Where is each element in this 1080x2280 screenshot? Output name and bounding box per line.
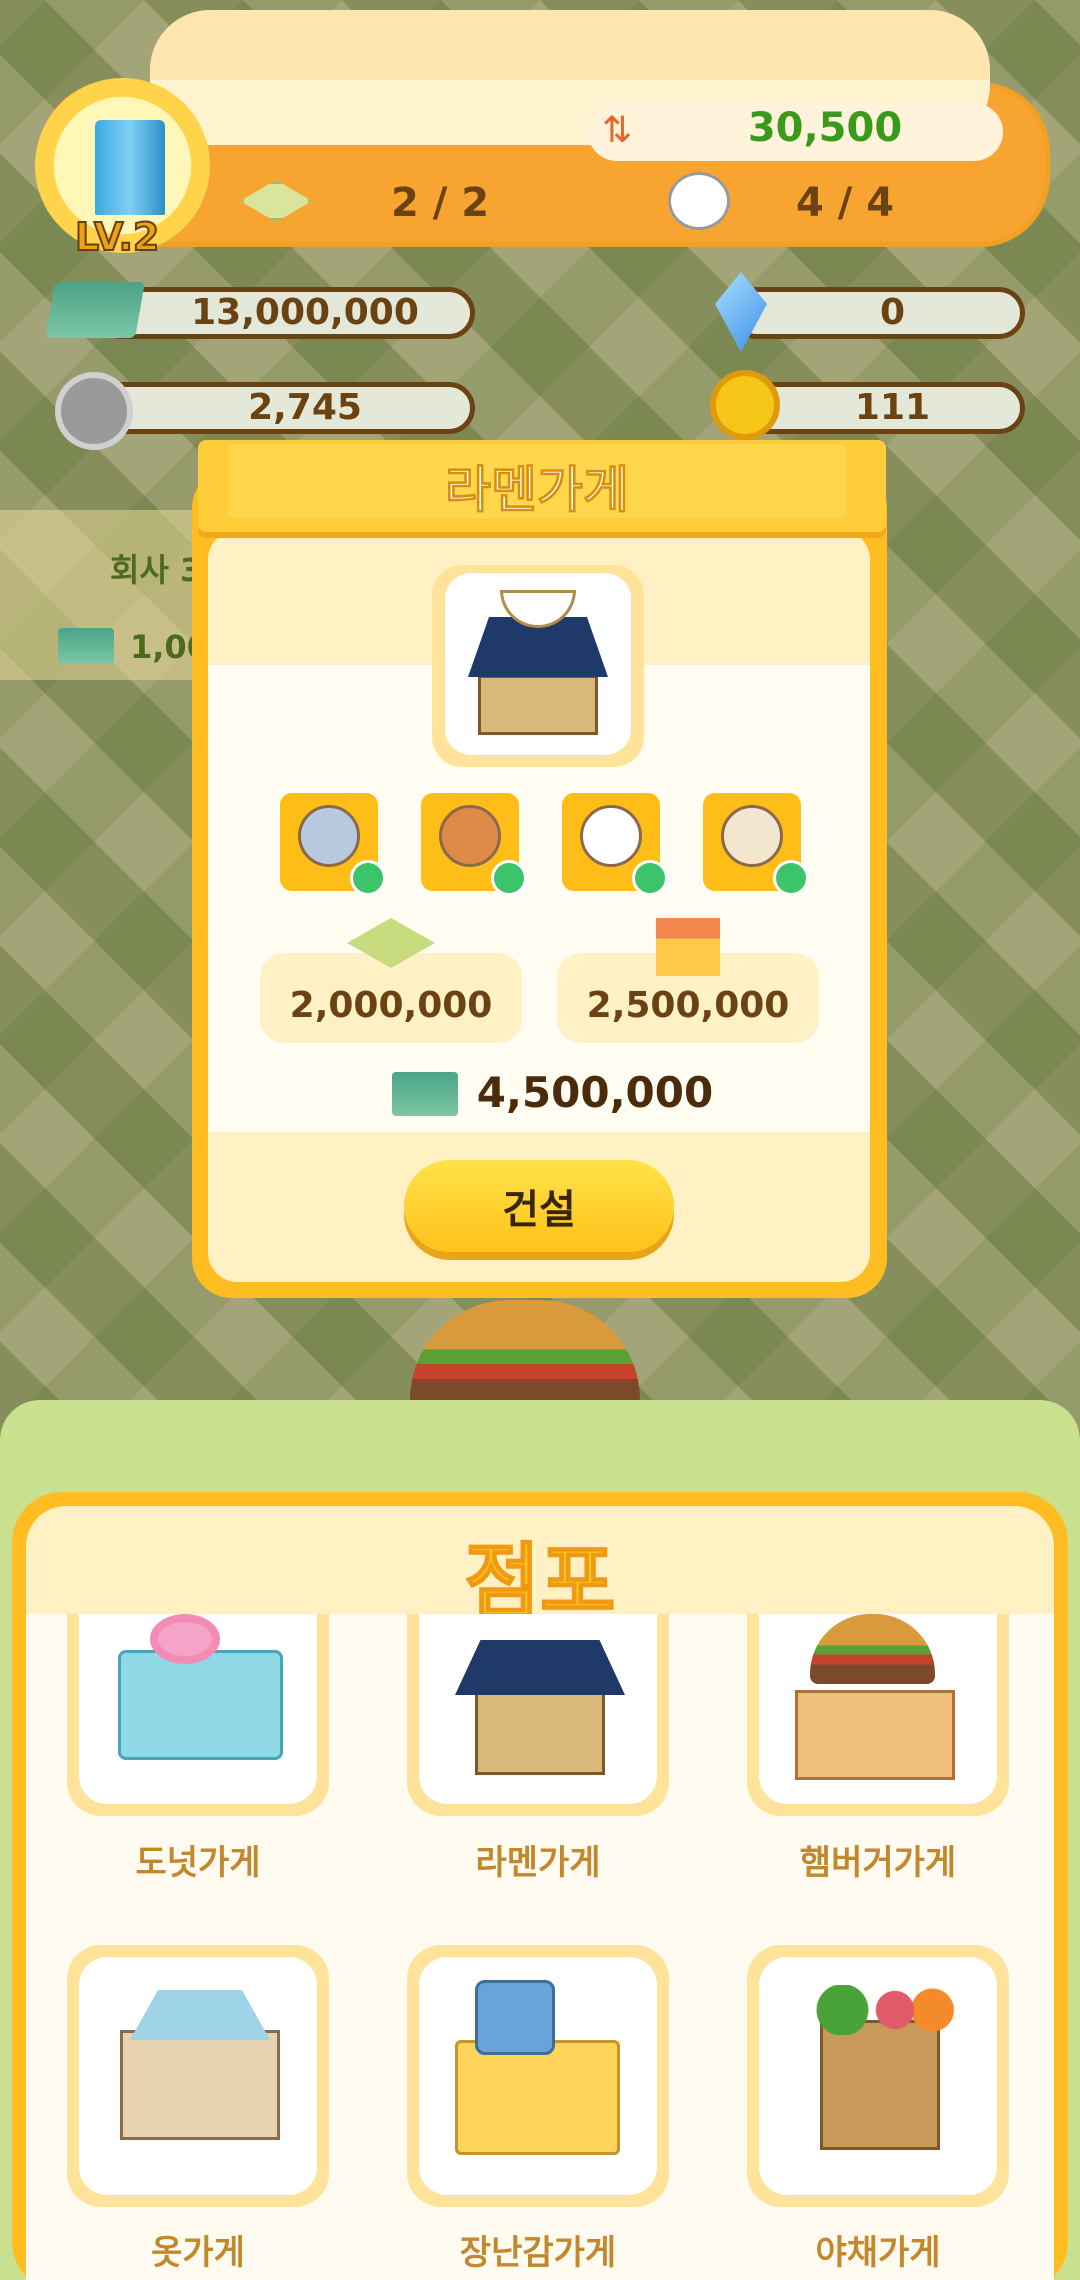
building-tower-icon: [95, 120, 165, 215]
hedge-border: [0, 1400, 1080, 1490]
shop-name: 야채가게: [815, 2233, 941, 2273]
shop-name: 라멘가게: [475, 1843, 601, 1883]
white-dog-icon: [580, 805, 642, 867]
ramen-shop-illustration: [478, 675, 598, 735]
robot-icon: [475, 1980, 555, 2055]
vegetable-shop-illustration: [820, 2020, 940, 2150]
key-value: 111: [854, 387, 931, 428]
heart-icon: [350, 860, 386, 896]
heart-icon: [491, 860, 527, 896]
population-value: 30,500: [747, 105, 903, 151]
clothes-shop-illustration: [120, 2030, 280, 2140]
vegetables-icon: [805, 1985, 955, 2035]
shop-name: 도넛가게: [135, 1843, 261, 1883]
cash-value: 13,000,000: [191, 292, 419, 333]
cash-icon: [45, 282, 145, 338]
fox-staff-icon: [668, 172, 730, 230]
heart-icon: [632, 860, 668, 896]
cat-coin-icon: [55, 372, 133, 450]
build-cost-value: 2,500,000: [586, 985, 790, 1026]
shop-name: 장난감가게: [459, 2233, 617, 2273]
ramen-shop-illustration: [475, 1690, 605, 1775]
staff-count: 4 / 4: [795, 180, 895, 226]
coin-value: 2,745: [248, 387, 362, 428]
gem-value: 0: [879, 292, 906, 333]
shop-name: 옷가게: [151, 2233, 245, 2273]
ramen-shop-roof: [455, 1640, 625, 1695]
heart-icon: [773, 860, 809, 896]
build-button[interactable]: 건설: [404, 1160, 674, 1252]
arrows-updown-icon: ⇅: [602, 110, 633, 151]
hamburger-shop-illustration: [795, 1690, 955, 1780]
elephant-icon: [298, 805, 360, 867]
cash-icon: [392, 1072, 458, 1116]
land-cost-value: 2,000,000: [289, 985, 493, 1026]
red-panda-icon: [439, 805, 501, 867]
donut-icon: [150, 1614, 220, 1664]
shop-name: 햄버거가게: [799, 1843, 957, 1883]
toy-shop-illustration: [455, 2040, 620, 2155]
level-label: LV.2: [74, 214, 160, 260]
shop-awning-icon: [656, 918, 720, 976]
otter-icon: [721, 805, 783, 867]
background-cash-icon: [58, 628, 114, 664]
modal-title: 라멘가게: [445, 461, 630, 520]
land-count: 2 / 2: [390, 180, 490, 226]
background-company-label: 회사 3: [110, 551, 203, 589]
donut-shop-illustration: [118, 1650, 283, 1760]
total-cost-value: 4,500,000: [476, 1068, 714, 1117]
